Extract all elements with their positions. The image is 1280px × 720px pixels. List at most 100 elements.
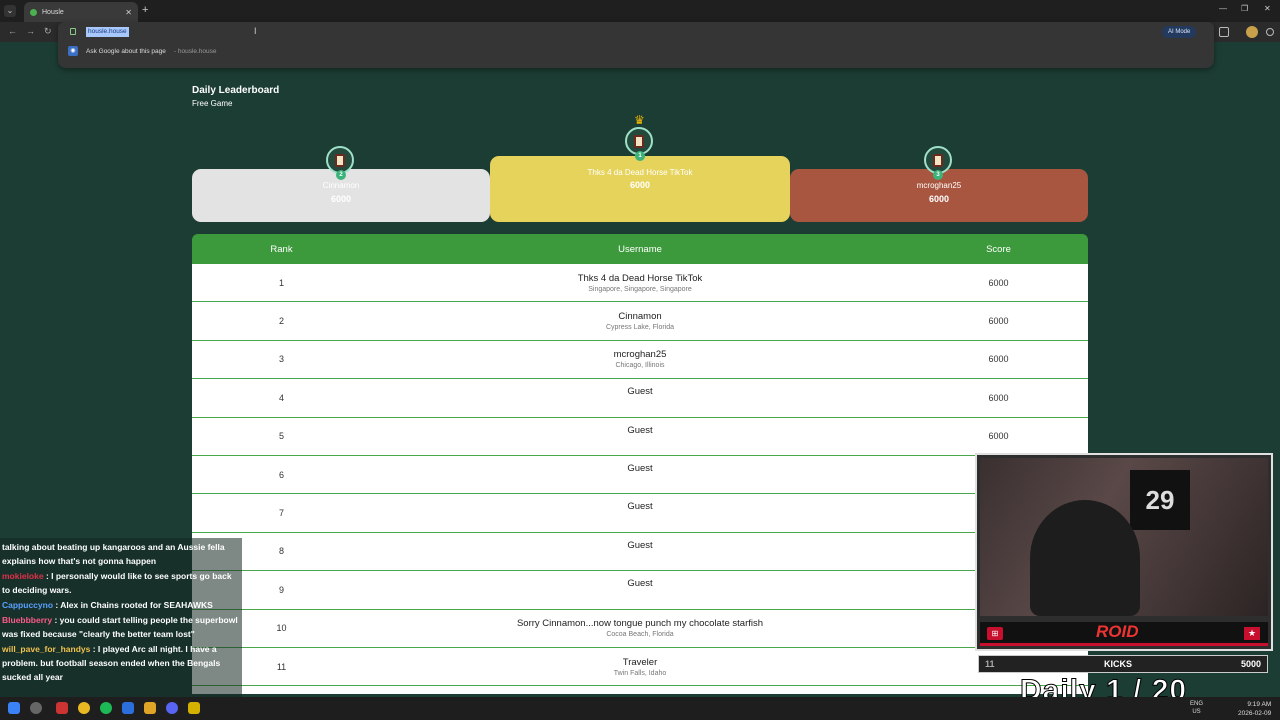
text-cursor-icon: I	[254, 26, 257, 36]
language-indicator[interactable]: ENG US	[1190, 700, 1203, 716]
browser-tab[interactable]: Housle ✕	[24, 2, 138, 22]
table-row: 7 Guest 6000	[192, 494, 1088, 533]
rank-badge: 3	[933, 170, 943, 180]
username: Thks 4 da Dead Horse TikTok	[577, 272, 703, 284]
clock[interactable]: 9:19 AM 2026-02-09	[1238, 700, 1271, 718]
score-cell: 6000	[988, 392, 1009, 403]
suggestion-text: Ask Google about this page	[86, 47, 166, 55]
score-cell: 6000	[988, 277, 1009, 288]
username-cell: Cinnamon Cypress Lake, Florida	[371, 311, 909, 331]
kicks-bar: 11 KICKS 5000	[978, 655, 1268, 673]
folder-icon[interactable]	[144, 702, 156, 714]
kicks-count: 11	[985, 659, 995, 669]
forward-icon[interactable]: →	[26, 26, 35, 36]
table-header: Rank Username Score	[192, 234, 1088, 264]
chrome-icon[interactable]	[78, 702, 90, 714]
podium-name: mcroghan25	[916, 181, 962, 190]
google-lens-icon: ◉	[68, 46, 78, 56]
clock-date: 2026-02-09	[1238, 710, 1272, 717]
favicon-icon	[30, 8, 37, 16]
score-cell: 6000	[988, 316, 1009, 327]
leaderboard-table[interactable]: 1 Thks 4 da Dead Horse TikTok Singapore,…	[192, 264, 1088, 694]
house-icon	[634, 134, 644, 148]
podium-name: Cinnamon	[322, 181, 360, 190]
chat-overlay: talking about beating up kangaroos and a…	[0, 538, 242, 720]
username: Guest	[627, 462, 653, 474]
location: Singapore, Singapore, Singapore	[588, 285, 692, 293]
table-row: 6 Guest 6000	[192, 456, 1088, 495]
podium-first: Thks 4 da Dead Horse TikTok 6000	[490, 156, 790, 222]
table-row: 9 Guest 6000	[192, 571, 1088, 610]
location: Cocoa Beach, Florida	[606, 631, 674, 639]
house-icon	[933, 153, 943, 167]
username-cell: mcroghan25 Chicago, Illinois	[371, 349, 909, 369]
discord-icon[interactable]	[166, 702, 178, 714]
username-cell: Guest	[371, 494, 909, 512]
column-username: Username	[618, 243, 662, 255]
table-row: 10 Sorry Cinnamon...now tongue punch my …	[192, 610, 1088, 648]
username-cell: Guest	[371, 571, 909, 589]
chat-text: talking about beating up kangaroos and a…	[2, 542, 225, 566]
ai-mode-label: AI Mode	[1168, 29, 1191, 35]
omnibox-suggestion[interactable]: ◉ Ask Google about this page - housle.ho…	[68, 46, 217, 56]
crown-icon: ♛	[634, 113, 645, 127]
maximize-icon[interactable]: ❐	[1241, 4, 1248, 13]
location: Cypress Lake, Florida	[605, 324, 675, 332]
new-tab-button[interactable]: +	[142, 4, 148, 16]
clock-time: 9:19 AM	[1247, 701, 1272, 708]
rank-cell: 5	[278, 431, 284, 442]
username: Guest	[627, 578, 653, 590]
ai-mode-button[interactable]: AI Mode	[1162, 26, 1197, 38]
chat-message: will_pave_for_handys : I played Arc all …	[2, 642, 240, 684]
table-row: 1 Thks 4 da Dead Horse TikTok Singapore,…	[192, 264, 1088, 303]
lang-primary: ENG	[1190, 701, 1204, 707]
menu-icon[interactable]	[1266, 28, 1274, 36]
rank-cell: 3	[278, 354, 284, 365]
username: Cinnamon	[618, 311, 662, 323]
reload-icon[interactable]: ↻	[44, 26, 52, 37]
search-icon[interactable]	[30, 702, 42, 714]
username: Guest	[627, 424, 653, 436]
chat-username: will_pave_for_handys	[2, 644, 91, 654]
kicks-value: 5000	[1240, 659, 1261, 669]
spotify-icon[interactable]	[100, 702, 112, 714]
site-info-icon[interactable]	[70, 28, 76, 35]
username-cell: Guest	[371, 456, 909, 474]
back-icon[interactable]: ←	[8, 26, 17, 36]
username: Traveler	[622, 656, 658, 668]
chat-message: Cappuccyno : Alex in Chains rooted for S…	[2, 598, 240, 612]
rank-cell: 6	[278, 469, 284, 480]
rank-badge: 1	[635, 151, 645, 161]
profile-avatar[interactable]	[1246, 26, 1258, 38]
username: Guest	[627, 501, 653, 513]
address-bar[interactable]: housle.house	[86, 27, 129, 37]
username-cell: Thks 4 da Dead Horse TikTok Singapore, S…	[371, 273, 909, 293]
rank-cell: 2	[278, 316, 284, 327]
table-row: 4 Guest 6000	[192, 379, 1088, 418]
close-window-icon[interactable]: ✕	[1264, 4, 1271, 13]
app-icon[interactable]	[188, 702, 200, 714]
tab-title: Housle	[42, 8, 64, 16]
close-tab-icon[interactable]: ✕	[125, 8, 132, 17]
chat-message: talking about beating up kangaroos and a…	[2, 540, 240, 568]
minimize-icon[interactable]: —	[1219, 4, 1227, 13]
table-row: 2 Cinnamon Cypress Lake, Florida 6000	[192, 302, 1088, 341]
chat-username: mokieloke	[2, 571, 44, 581]
chat-text: : Alex in Chains rooted for SEAHAWKS	[53, 600, 213, 610]
app-icon[interactable]	[56, 702, 68, 714]
podium-score: 6000	[629, 180, 651, 190]
kicks-label: KICKS	[1103, 659, 1132, 669]
leaderboard-title: Daily Leaderboard	[192, 85, 280, 96]
rank-cell: 4	[278, 392, 284, 403]
omnibox-dropdown[interactable]	[58, 22, 1214, 68]
chat-message: Bluebbberry : you could start telling pe…	[2, 613, 240, 641]
podium-score: 6000	[330, 194, 352, 204]
table-row: 11 Traveler Twin Falls, Idaho 6000	[192, 648, 1088, 687]
start-icon[interactable]	[8, 702, 20, 714]
extensions-icon[interactable]	[1219, 27, 1229, 37]
tab-search-button[interactable]: ⌄	[4, 5, 16, 17]
column-rank: Rank	[270, 243, 293, 255]
rank-badge: 2	[336, 170, 346, 180]
table-row: 5 Guest 6000	[192, 418, 1088, 456]
app-icon[interactable]	[122, 702, 134, 714]
